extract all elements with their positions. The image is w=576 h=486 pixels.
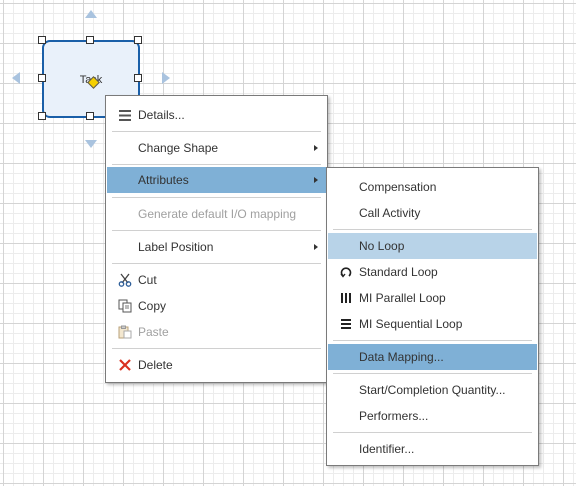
submenu-arrow-icon xyxy=(314,145,318,151)
copy-icon xyxy=(118,299,132,313)
submenu-arrow-icon xyxy=(314,177,318,183)
menu-item-label: Generate default I/O mapping xyxy=(138,207,297,221)
submenu-item-label: No Loop xyxy=(359,239,405,253)
list-icon xyxy=(118,108,132,122)
submenu-item-data-mapping[interactable]: Data Mapping... xyxy=(328,344,537,370)
menu-item-label: Label Position xyxy=(138,240,214,254)
menu-item-details[interactable]: Details... xyxy=(107,102,326,128)
menu-item-label: Attributes xyxy=(138,173,189,187)
submenu-item-label: Compensation xyxy=(359,180,437,194)
menu-item-change-shape[interactable]: Change Shape xyxy=(107,135,326,161)
submenu-item-no-loop[interactable]: No Loop xyxy=(328,233,537,259)
submenu-item-standard-loop[interactable]: Standard Loop xyxy=(328,259,537,285)
sequential-bars-icon xyxy=(339,317,353,331)
menu-item-delete[interactable]: Delete xyxy=(107,352,326,378)
connect-arrow-down-icon[interactable] xyxy=(85,140,97,148)
resize-handle-n[interactable] xyxy=(86,36,94,44)
menu-item-cut[interactable]: Cut xyxy=(107,267,326,293)
submenu-item-mi-sequential-loop[interactable]: MI Sequential Loop xyxy=(328,311,537,337)
menu-item-attributes[interactable]: Attributes xyxy=(107,167,326,193)
submenu-item-identifier[interactable]: Identifier... xyxy=(328,436,537,462)
submenu-item-label: Data Mapping... xyxy=(359,350,444,364)
submenu-arrow-icon xyxy=(314,244,318,250)
connect-arrow-up-icon[interactable] xyxy=(85,10,97,18)
menu-separator xyxy=(112,164,321,165)
context-menu: Details... Change Shape Attributes Gener… xyxy=(105,95,328,383)
menu-item-label: Delete xyxy=(138,358,173,372)
menu-separator xyxy=(112,263,321,264)
menu-item-paste[interactable]: Paste xyxy=(107,319,326,345)
menu-separator xyxy=(333,373,532,374)
menu-separator xyxy=(112,131,321,132)
resize-handle-ne[interactable] xyxy=(134,36,142,44)
submenu-item-label: Start/Completion Quantity... xyxy=(359,383,506,397)
scissors-icon xyxy=(118,273,132,287)
menu-separator xyxy=(112,348,321,349)
resize-handle-sw[interactable] xyxy=(38,112,46,120)
submenu-item-label: Standard Loop xyxy=(359,265,438,279)
menu-item-generate-io-mapping[interactable]: Generate default I/O mapping xyxy=(107,201,326,227)
connect-arrow-left-icon[interactable] xyxy=(12,72,20,84)
submenu-item-label: Identifier... xyxy=(359,442,415,456)
standard-loop-icon xyxy=(339,265,353,279)
menu-separator xyxy=(112,197,321,198)
submenu-item-label: MI Parallel Loop xyxy=(359,291,446,305)
submenu-item-label: Call Activity xyxy=(359,206,421,220)
menu-item-copy[interactable]: Copy xyxy=(107,293,326,319)
submenu-item-compensation[interactable]: Compensation xyxy=(328,174,537,200)
menu-separator xyxy=(112,230,321,231)
menu-item-label: Cut xyxy=(138,273,157,287)
connect-arrow-right-icon[interactable] xyxy=(162,72,170,84)
menu-item-label: Paste xyxy=(138,325,169,339)
submenu-item-performers[interactable]: Performers... xyxy=(328,403,537,429)
menu-item-label: Details... xyxy=(138,108,185,122)
submenu-item-call-activity[interactable]: Call Activity xyxy=(328,200,537,226)
menu-separator xyxy=(333,229,532,230)
submenu-item-start-completion-quantity[interactable]: Start/Completion Quantity... xyxy=(328,377,537,403)
submenu-item-mi-parallel-loop[interactable]: MI Parallel Loop xyxy=(328,285,537,311)
submenu-item-label: MI Sequential Loop xyxy=(359,317,463,331)
delete-x-icon xyxy=(118,358,132,372)
submenu-item-label: Performers... xyxy=(359,409,429,423)
menu-item-label: Copy xyxy=(138,299,167,313)
resize-handle-s[interactable] xyxy=(86,112,94,120)
menu-item-label: Change Shape xyxy=(138,141,219,155)
resize-handle-w[interactable] xyxy=(38,74,46,82)
resize-handle-e[interactable] xyxy=(134,74,142,82)
resize-handle-nw[interactable] xyxy=(38,36,46,44)
attributes-submenu: Compensation Call Activity No Loop Stand… xyxy=(326,167,539,466)
paste-icon xyxy=(118,325,132,339)
menu-separator xyxy=(333,432,532,433)
parallel-bars-icon xyxy=(339,291,353,305)
menu-separator xyxy=(333,340,532,341)
menu-item-label-position[interactable]: Label Position xyxy=(107,234,326,260)
